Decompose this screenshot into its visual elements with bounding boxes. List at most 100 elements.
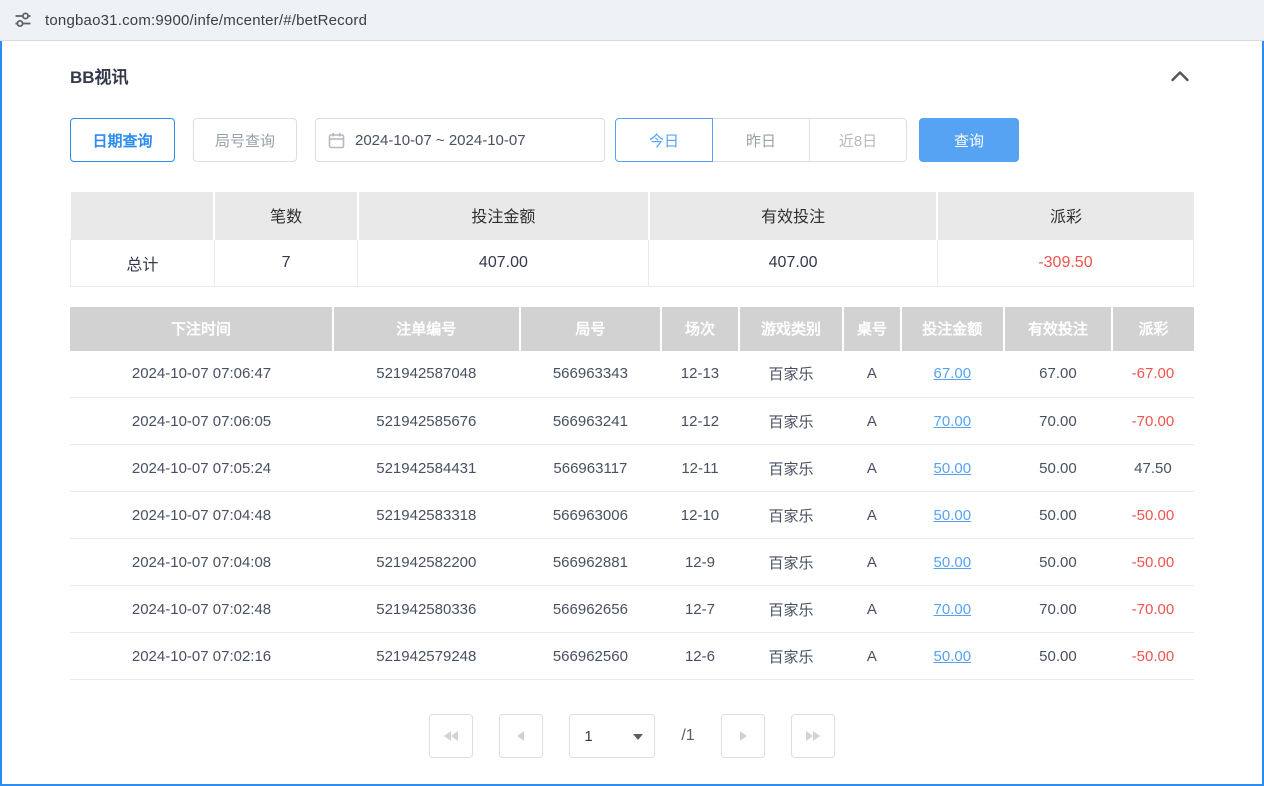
col-header-round-no: 局号	[520, 307, 662, 351]
prev-page-icon	[513, 728, 529, 744]
table-row: 2024-10-07 07:02:48521942580336566962656…	[70, 586, 1194, 633]
cell-order-no: 521942584431	[333, 445, 520, 492]
bet-amount-link[interactable]: 50.00	[934, 554, 972, 571]
search-button[interactable]: 查询	[919, 118, 1019, 162]
bet-amount-link[interactable]: 70.00	[934, 413, 972, 430]
summary-table: 笔数 投注金额 有效投注 派彩 总计 7 407.00 407.00 -309.…	[70, 192, 1194, 287]
cell-payout: -50.00	[1112, 633, 1194, 680]
cell-table-no: A	[843, 445, 900, 492]
summary-count-value: 7	[214, 239, 358, 286]
cell-session: 12-11	[661, 445, 739, 492]
bet-amount-link[interactable]: 50.00	[934, 460, 972, 477]
cell-bet-amount: 50.00	[901, 633, 1004, 680]
summary-col-valid-bet: 有效投注	[649, 192, 938, 239]
calendar-icon	[328, 132, 345, 149]
cell-valid-bet: 67.00	[1004, 351, 1112, 398]
table-row: 2024-10-07 07:04:48521942583318566963006…	[70, 492, 1194, 539]
table-row: 2024-10-07 07:05:24521942584431566963117…	[70, 445, 1194, 492]
page-select[interactable]: 1	[569, 714, 655, 758]
cell-game-type: 百家乐	[739, 539, 844, 586]
cell-table-no: A	[843, 586, 900, 633]
last-page-button[interactable]	[791, 714, 835, 758]
cell-bet-time: 2024-10-07 07:04:08	[70, 539, 333, 586]
cell-table-no: A	[843, 492, 900, 539]
table-row: 2024-10-07 07:02:16521942579248566962560…	[70, 633, 1194, 680]
bet-amount-link[interactable]: 50.00	[934, 507, 972, 524]
first-page-button[interactable]	[429, 714, 473, 758]
summary-header-row: 笔数 投注金额 有效投注 派彩	[71, 192, 1194, 239]
cell-bet-time: 2024-10-07 07:02:16	[70, 633, 333, 680]
cell-order-no: 521942580336	[333, 586, 520, 633]
bet-amount-link[interactable]: 67.00	[934, 365, 972, 382]
bet-record-table: 下注时间 注单编号 局号 场次 游戏类别 桌号 投注金额 有效投注 派彩 202…	[70, 307, 1194, 681]
cell-bet-time: 2024-10-07 07:02:48	[70, 586, 333, 633]
col-header-session: 场次	[661, 307, 739, 351]
cell-game-type: 百家乐	[739, 351, 844, 398]
cell-game-type: 百家乐	[739, 633, 844, 680]
cell-table-no: A	[843, 539, 900, 586]
summary-payout-value: -309.50	[937, 239, 1193, 286]
summary-valid-bet-value: 407.00	[649, 239, 938, 286]
cell-payout: -70.00	[1112, 586, 1194, 633]
cell-bet-amount: 67.00	[901, 351, 1004, 398]
cell-order-no: 521942583318	[333, 492, 520, 539]
cell-round-no: 566963006	[520, 492, 662, 539]
cell-bet-amount: 50.00	[901, 445, 1004, 492]
summary-col-bet-amount: 投注金额	[358, 192, 649, 239]
cell-order-no: 521942587048	[333, 351, 520, 398]
cell-valid-bet: 70.00	[1004, 586, 1112, 633]
bet-table-header-row: 下注时间 注单编号 局号 场次 游戏类别 桌号 投注金额 有效投注 派彩	[70, 307, 1194, 351]
range-yesterday-button[interactable]: 昨日	[712, 118, 810, 162]
cell-payout: -50.00	[1112, 539, 1194, 586]
cell-order-no: 521942579248	[333, 633, 520, 680]
page-title: BB视讯	[70, 63, 129, 88]
filter-toolbar: 日期查询 局号查询 2024-10-07 ~ 2024-10-07 今日 昨日 …	[70, 118, 1194, 162]
date-query-tab-button[interactable]: 日期查询	[70, 118, 175, 162]
cell-session: 12-6	[661, 633, 739, 680]
summary-total-row: 总计 7 407.00 407.00 -309.50	[71, 239, 1194, 286]
address-bar: tongbao31.com:9900/infe/mcenter/#/betRec…	[0, 0, 1264, 41]
cell-round-no: 566962560	[520, 633, 662, 680]
cell-valid-bet: 50.00	[1004, 633, 1112, 680]
round-query-tab-button[interactable]: 局号查询	[193, 118, 297, 162]
cell-bet-amount: 50.00	[901, 539, 1004, 586]
next-page-icon	[735, 728, 751, 744]
cell-order-no: 521942582200	[333, 539, 520, 586]
cell-session: 12-7	[661, 586, 739, 633]
collapse-panel-button[interactable]	[1166, 66, 1194, 86]
total-pages-label: /1	[681, 727, 694, 745]
cell-bet-time: 2024-10-07 07:06:05	[70, 398, 333, 445]
cell-session: 12-13	[661, 351, 739, 398]
cell-round-no: 566963241	[520, 398, 662, 445]
cell-game-type: 百家乐	[739, 492, 844, 539]
address-bar-url[interactable]: tongbao31.com:9900/infe/mcenter/#/betRec…	[45, 12, 367, 29]
prev-page-button[interactable]	[499, 714, 543, 758]
range-last8days-button[interactable]: 近8日	[809, 118, 907, 162]
col-header-order-no: 注单编号	[333, 307, 520, 351]
range-today-button[interactable]: 今日	[615, 118, 713, 162]
site-settings-icon[interactable]	[14, 11, 32, 29]
bet-amount-link[interactable]: 50.00	[934, 648, 972, 665]
cell-bet-amount: 70.00	[901, 586, 1004, 633]
col-header-payout: 派彩	[1112, 307, 1194, 351]
cell-bet-amount: 70.00	[901, 398, 1004, 445]
date-range-value: 2024-10-07 ~ 2024-10-07	[355, 132, 526, 149]
cell-game-type: 百家乐	[739, 445, 844, 492]
cell-payout: -50.00	[1112, 492, 1194, 539]
cell-session: 12-10	[661, 492, 739, 539]
bet-amount-link[interactable]: 70.00	[934, 601, 972, 618]
cell-table-no: A	[843, 633, 900, 680]
cell-round-no: 566963117	[520, 445, 662, 492]
cell-bet-amount: 50.00	[901, 492, 1004, 539]
cell-valid-bet: 70.00	[1004, 398, 1112, 445]
date-range-input[interactable]: 2024-10-07 ~ 2024-10-07	[315, 118, 605, 162]
cell-round-no: 566963343	[520, 351, 662, 398]
cell-table-no: A	[843, 351, 900, 398]
cell-valid-bet: 50.00	[1004, 445, 1112, 492]
table-row: 2024-10-07 07:04:08521942582200566962881…	[70, 539, 1194, 586]
cell-round-no: 566962656	[520, 586, 662, 633]
summary-col-payout: 派彩	[937, 192, 1193, 239]
next-page-button[interactable]	[721, 714, 765, 758]
summary-bet-amount-value: 407.00	[358, 239, 649, 286]
cell-bet-time: 2024-10-07 07:05:24	[70, 445, 333, 492]
